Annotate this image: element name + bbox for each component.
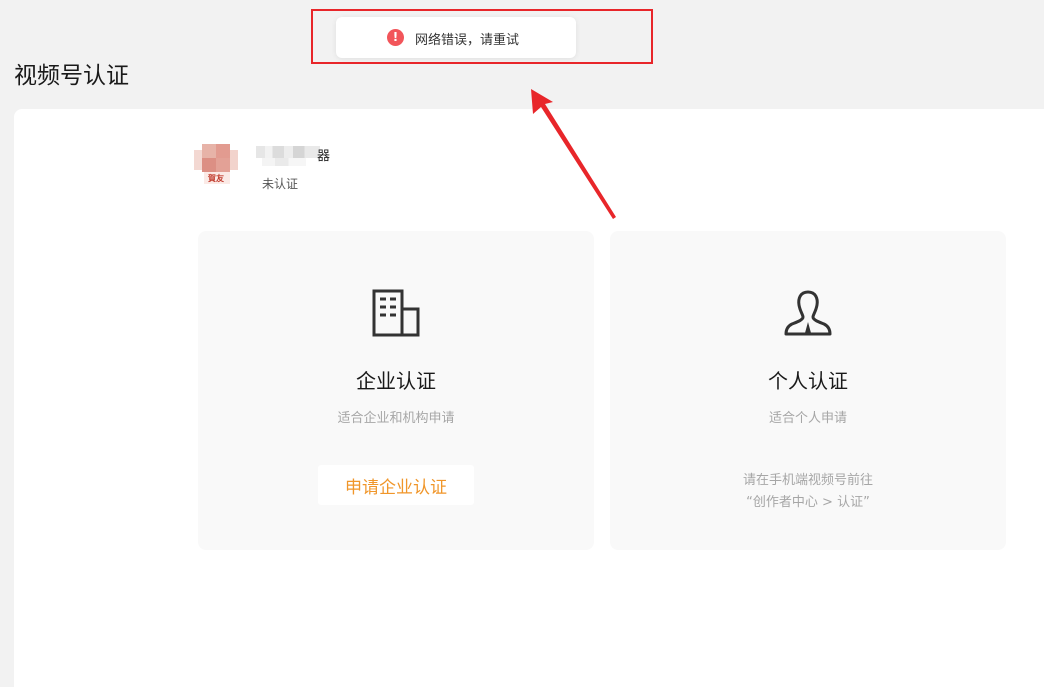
annotation-arrow (531, 89, 616, 219)
